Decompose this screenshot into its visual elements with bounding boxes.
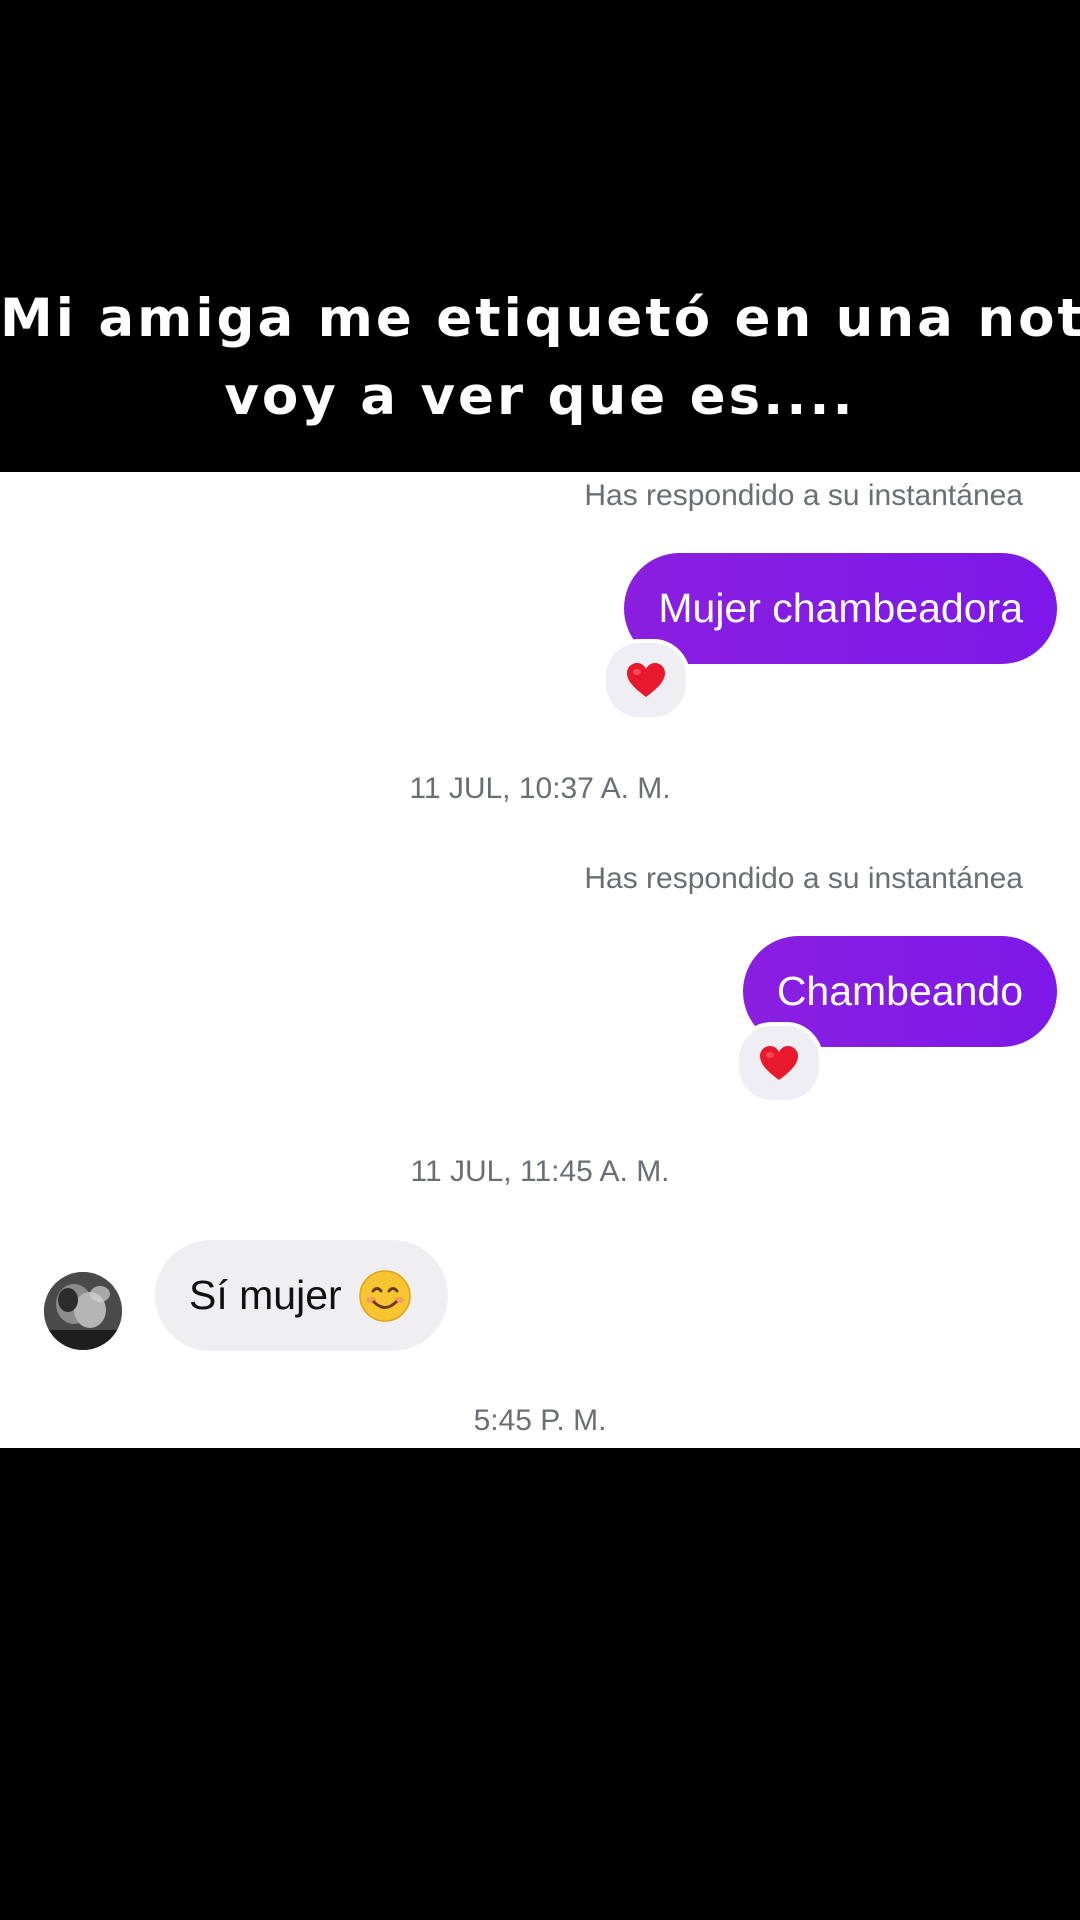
reply-context-label: Has respondido a su instantánea: [584, 862, 1023, 895]
timestamp: 5:45 P. M.: [473, 1404, 607, 1437]
caption-line-2: voy a ver que es....: [224, 366, 856, 427]
heart-icon: [627, 663, 665, 697]
reply-context-label: Has respondido a su instantánea: [584, 479, 1023, 512]
message-text: Sí mujer: [189, 1272, 342, 1318]
video-caption: Mi amiga me etiquetó en una nota voy a v…: [0, 280, 1080, 436]
heart-icon: [760, 1046, 798, 1080]
reaction-badge[interactable]: [735, 1022, 823, 1104]
avatar-photo-icon: [44, 1272, 122, 1350]
timestamp: 11 JUL, 11:45 A. M.: [410, 1155, 670, 1188]
incoming-message-bubble[interactable]: Sí mujer: [155, 1240, 448, 1351]
caption-line-1: Mi amiga me etiquetó en una nota: [0, 288, 1080, 349]
outgoing-message-bubble[interactable]: Mujer chambeadora: [624, 553, 1057, 664]
smiling-face-icon: [358, 1269, 412, 1323]
avatar[interactable]: [44, 1272, 122, 1350]
timestamp: 11 JUL, 10:37 A. M.: [409, 772, 671, 805]
chat-thread[interactable]: Has respondido a su instantánea Mujer ch…: [0, 472, 1080, 1448]
message-text: Mujer chambeadora: [658, 585, 1023, 631]
message-text: Chambeando: [776, 968, 1023, 1014]
reaction-badge[interactable]: [602, 639, 690, 721]
